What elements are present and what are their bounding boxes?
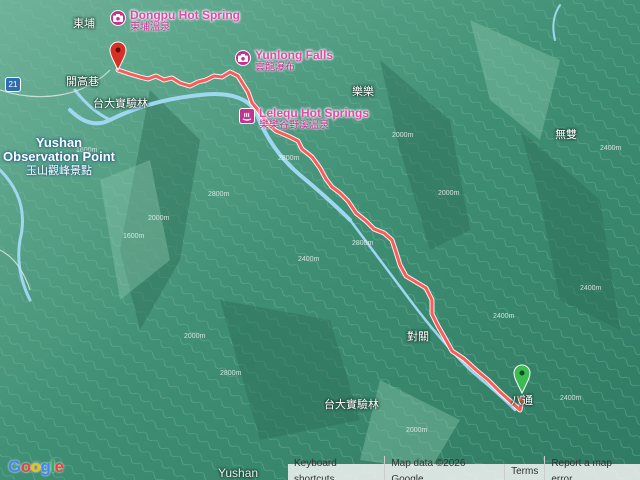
place-label-ntu-forest-bottom: 台大實驗林	[324, 399, 379, 411]
map-data-attribution: Map data ©2026 Google	[384, 456, 504, 480]
google-logo-letter: o	[30, 457, 41, 476]
place-label-lele: 樂樂	[352, 86, 374, 98]
svg-text:2400m: 2400m	[600, 145, 622, 152]
svg-text:2000m: 2000m	[184, 333, 206, 340]
google-logo-letter: g	[40, 457, 51, 476]
poi-yunlong-falls[interactable]: Yunlong Falls 雲龍瀑布	[235, 49, 333, 74]
observation-point-en-line2: Observation Point	[3, 149, 115, 164]
place-label-end: 八通	[511, 395, 533, 407]
svg-text:1600m: 1600m	[123, 233, 145, 240]
map-canvas[interactable]: 2000m 2400m 2800m 2800m 2400m 2000m 1600…	[0, 0, 640, 480]
svg-text:2000m: 2000m	[392, 132, 414, 139]
highway-shield-icon: 21	[5, 77, 21, 92]
poi-name-en: Dongpu Hot Spring	[130, 8, 240, 22]
svg-text:2800m: 2800m	[208, 191, 230, 198]
svg-text:2800m: 2800m	[278, 155, 300, 162]
poi-name-zh: 雲龍瀑布	[255, 62, 295, 73]
svg-text:2000m: 2000m	[438, 190, 460, 197]
place-label-yushan-partial: Yushan	[218, 466, 259, 480]
camera-icon	[235, 50, 251, 66]
google-logo-letter: e	[54, 457, 64, 476]
google-logo-letter: G	[8, 457, 21, 476]
keyboard-shortcuts-link[interactable]: Keyboard shortcuts	[288, 456, 384, 480]
hot-spring-icon	[239, 108, 255, 124]
svg-text:2400m: 2400m	[298, 256, 320, 263]
google-logo-letter: o	[20, 457, 31, 476]
svg-text:2400m: 2400m	[560, 395, 582, 402]
place-label-duiguan: 對關	[407, 331, 429, 343]
place-label-wushuang: 無雙	[555, 129, 577, 141]
svg-text:2400m: 2400m	[580, 285, 602, 292]
place-label-dongpu: 東埔	[73, 18, 95, 30]
report-map-error-link[interactable]: Report a map error	[544, 456, 640, 480]
svg-text:2800m: 2800m	[220, 370, 242, 377]
place-label-kaigao-lane: 開高巷	[66, 76, 99, 88]
svg-text:2000m: 2000m	[406, 427, 428, 434]
poi-name-zh: 東埔溫泉	[130, 22, 170, 33]
observation-point-en-line1: Yushan	[35, 135, 83, 150]
map-footer: Keyboard shortcuts Map data ©2026 Google…	[288, 456, 640, 480]
poi-lelequ-hot-springs[interactable]: Lelequ Hot Springs 樂樂谷野溪溫泉	[239, 107, 369, 132]
google-logo: Google	[8, 457, 64, 477]
poi-name-en: Yunlong Falls	[255, 48, 334, 62]
camera-icon	[110, 10, 126, 26]
poi-dongpu-hot-spring[interactable]: Dongpu Hot Spring 東埔溫泉	[110, 9, 240, 34]
svg-text:2400m: 2400m	[493, 313, 515, 320]
end-pin-dot	[519, 370, 525, 376]
observation-point-zh: 玉山觀峰景點	[26, 165, 92, 177]
start-pin-dot	[115, 47, 121, 53]
terms-link[interactable]: Terms	[504, 464, 544, 480]
poi-name-en: Lelequ Hot Springs	[259, 106, 370, 120]
poi-yushan-observation-point[interactable]: Yushan Observation Point 玉山觀峰景點	[0, 136, 118, 178]
poi-name-zh: 樂樂谷野溪溫泉	[259, 120, 329, 131]
place-label-ntu-forest-top: 台大實驗林	[93, 98, 148, 110]
svg-text:2000m: 2000m	[148, 215, 170, 222]
svg-text:2800m: 2800m	[352, 240, 374, 247]
